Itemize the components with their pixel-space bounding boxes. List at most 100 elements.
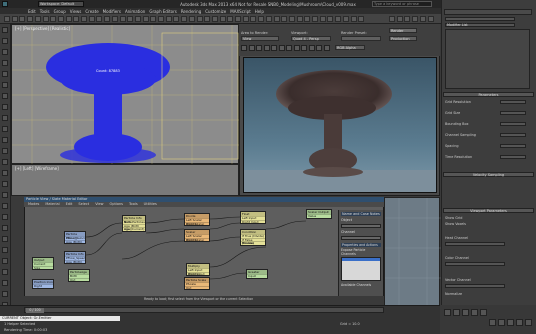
left-strip-button[interactable] xyxy=(2,71,8,77)
toolbar-button[interactable] xyxy=(173,16,180,22)
show-voxels-checkbox[interactable]: Show Voxels xyxy=(445,222,466,226)
toolbar-button[interactable] xyxy=(165,16,172,22)
node-port[interactable]: Right Scalar (Divide) xyxy=(185,237,209,241)
left-strip-button[interactable] xyxy=(2,291,8,297)
modifier-list-select[interactable]: Modifier List xyxy=(445,23,515,27)
menu-item[interactable]: Modifiers xyxy=(103,9,121,14)
render-button[interactable]: Render xyxy=(389,28,417,33)
toolbar-button[interactable] xyxy=(258,16,265,22)
render-toolbar-icon[interactable] xyxy=(256,45,262,51)
left-strip-button[interactable] xyxy=(2,181,8,187)
graph-node[interactable]: Particle Info PFlow_Speed Age (Birth) xyxy=(64,251,86,264)
viewport-parameters-rollout[interactable]: Viewport Parameters xyxy=(443,208,534,213)
graph-node[interactable]: Condition If True (Divide) If False (Divid… xyxy=(240,229,266,246)
toolbar-button[interactable] xyxy=(327,16,334,22)
toolbar-button[interactable] xyxy=(104,16,111,22)
toolbar-button[interactable] xyxy=(19,16,26,22)
node-port[interactable]: PFlow_Velocity xyxy=(65,236,85,240)
graph-node[interactable]: ParticleAge Birth Out xyxy=(68,269,90,282)
playback-button[interactable] xyxy=(489,319,496,326)
graph-node[interactable]: Scalar Output Value xyxy=(306,209,332,219)
node-port[interactable]: Right Input (Divide) xyxy=(187,271,209,275)
playback-button[interactable] xyxy=(471,309,478,316)
node-port[interactable]: Input xyxy=(247,274,267,278)
playback-button[interactable] xyxy=(480,309,487,316)
render-toolbar-icon[interactable] xyxy=(263,45,270,51)
menu-item[interactable]: Tools xyxy=(40,9,50,14)
toolbar-button[interactable] xyxy=(396,16,403,22)
toolbar-button[interactable] xyxy=(111,16,118,22)
vector-channel-select[interactable] xyxy=(445,284,505,288)
graph-node[interactable]: Particle Scale PScale Out xyxy=(184,277,210,290)
parameter-spinner[interactable] xyxy=(500,144,526,148)
toolbar-button[interactable] xyxy=(27,16,34,22)
menu-item[interactable]: Views xyxy=(70,9,82,14)
parameter-spinner[interactable] xyxy=(500,111,526,115)
viewport-perspective[interactable]: [+] [Perspective] [Realistic] Count: 878… xyxy=(11,24,240,165)
left-strip-button[interactable] xyxy=(2,159,8,165)
menu-item[interactable]: Help xyxy=(255,9,264,14)
node-port[interactable]: Right Scalar (Divide) xyxy=(185,221,209,225)
graph-node[interactable]: Particle Info Node Birth Particles Age (Bi… xyxy=(122,215,146,232)
graph-node[interactable]: Particle Velocity PFlow_Velocity Age (Birt… xyxy=(64,231,86,244)
render-toolbar-icon[interactable] xyxy=(301,45,307,51)
maxscript-listener[interactable]: CURRENT Object: Gr.Emitter xyxy=(0,316,120,321)
parameter-spinner[interactable] xyxy=(500,100,526,104)
toolbar-button[interactable] xyxy=(419,16,426,22)
left-strip-button[interactable] xyxy=(2,104,8,110)
heat-channel-select[interactable] xyxy=(445,242,505,246)
left-strip-button[interactable] xyxy=(2,203,8,209)
menu-item[interactable]: Create xyxy=(85,9,98,14)
parameter-spinner[interactable] xyxy=(500,122,526,126)
toolbar-button[interactable] xyxy=(81,16,87,22)
toolbar-button[interactable] xyxy=(288,16,295,22)
render-toolbar-icon[interactable] xyxy=(271,45,277,51)
object-name-field[interactable] xyxy=(445,17,515,21)
left-strip-button[interactable] xyxy=(2,214,8,220)
menu-item[interactable]: Group xyxy=(54,9,66,14)
toolbar-button[interactable] xyxy=(119,16,126,22)
render-toolbar-icon[interactable] xyxy=(241,45,247,51)
playback-button[interactable] xyxy=(498,319,505,326)
viewport-bottom-right[interactable] xyxy=(384,197,441,310)
channel-list-selected[interactable] xyxy=(342,258,380,261)
toolbar-button[interactable] xyxy=(188,16,195,22)
toolbar-button[interactable] xyxy=(150,16,157,22)
playback-button[interactable] xyxy=(462,309,469,316)
left-strip-button[interactable] xyxy=(2,49,8,55)
toolbar-button[interactable] xyxy=(235,16,241,22)
toolbar-button[interactable] xyxy=(250,16,257,22)
node-port[interactable]: Out xyxy=(69,277,89,281)
render-toolbar-icon[interactable] xyxy=(323,45,330,51)
left-strip-button[interactable] xyxy=(2,115,8,121)
left-strip-button[interactable] xyxy=(2,192,8,198)
render-toolbar-icon[interactable] xyxy=(286,45,292,51)
channel-list[interactable] xyxy=(341,257,381,281)
viewport-left[interactable]: [+] [Left] [Wireframe] xyxy=(11,164,239,196)
show-grid-checkbox[interactable]: Show Grid xyxy=(445,216,462,220)
left-strip-button[interactable] xyxy=(2,27,8,33)
toolbar-button[interactable] xyxy=(42,16,49,22)
toolbar-button[interactable] xyxy=(304,16,311,22)
render-toolbar-icon[interactable] xyxy=(248,45,255,51)
toolbar-button[interactable] xyxy=(73,16,80,22)
toolbar-button[interactable] xyxy=(319,16,326,22)
toolbar-button[interactable] xyxy=(273,16,280,22)
toolbar-button[interactable] xyxy=(181,16,188,22)
graph-node[interactable]: DivideLeft Scalar (Divide)Right Scalar (… xyxy=(184,213,210,226)
node-port[interactable]: Boolean (Greater) xyxy=(241,241,265,245)
area-to-render-select[interactable]: View xyxy=(241,36,279,41)
toolbar-button[interactable] xyxy=(350,16,357,22)
render-toolbar-icon[interactable] xyxy=(278,45,285,51)
channel-field[interactable] xyxy=(341,236,381,240)
menu-item[interactable]: Edit xyxy=(28,9,36,14)
toolbar-button[interactable] xyxy=(312,16,318,22)
left-strip-button[interactable] xyxy=(2,170,8,176)
toolbar-button[interactable] xyxy=(389,16,395,22)
toolbar-button[interactable] xyxy=(281,16,288,22)
toolbar-button[interactable] xyxy=(127,16,134,22)
toolbar-button[interactable] xyxy=(358,16,365,22)
toolbar-button[interactable] xyxy=(296,16,303,22)
frame-counter[interactable]: 0 / 100 xyxy=(26,308,44,313)
viewport-label[interactable]: [+] [Perspective] [Realistic] xyxy=(15,26,70,31)
